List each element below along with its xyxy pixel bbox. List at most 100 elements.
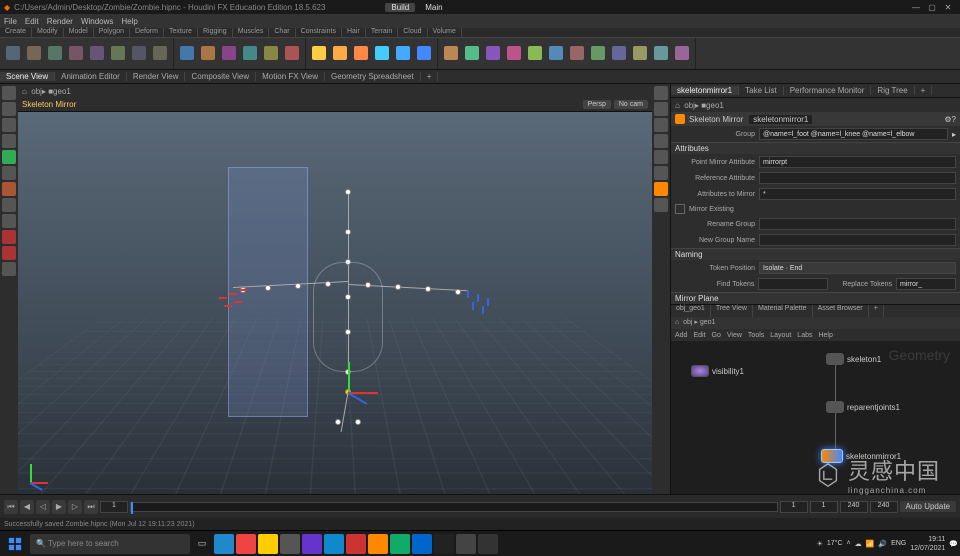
select-tool-icon[interactable] (2, 86, 16, 100)
last-frame-button[interactable]: ⏭ (84, 500, 98, 514)
attrs-to-mirror-field[interactable]: * (759, 188, 956, 200)
shelf-tool[interactable] (393, 41, 413, 67)
shelf-tool[interactable] (651, 41, 671, 67)
shelf-tab[interactable]: Polygon (94, 28, 130, 37)
taskbar-app-icon[interactable] (302, 534, 322, 554)
tray-weather-icon[interactable]: ☀ (817, 540, 823, 548)
shelf-tool[interactable] (609, 41, 629, 67)
taskbar-app-icon[interactable] (478, 534, 498, 554)
desktop-main[interactable]: Main (425, 3, 442, 12)
node-reparent[interactable]: reparentjoints1 (826, 401, 900, 413)
shelf-tool[interactable] (177, 41, 197, 67)
path-node[interactable]: geo1 (53, 87, 71, 96)
tray-up-icon[interactable]: ˄ (847, 540, 851, 547)
rename-group-field[interactable] (759, 218, 956, 230)
first-frame-button[interactable]: ⏮ (4, 500, 18, 514)
shelf-tab[interactable]: Model (64, 28, 94, 37)
new-group-name-field[interactable] (759, 234, 956, 246)
gear-icon[interactable]: ⚙ (944, 115, 951, 124)
shelf-tool[interactable] (525, 41, 545, 67)
shelf-tool[interactable] (567, 41, 587, 67)
frame-rstart-field[interactable]: 1 (810, 501, 838, 513)
net-menu-layout[interactable]: Layout (770, 332, 791, 339)
start-button[interactable] (2, 533, 28, 555)
timeline-track[interactable] (130, 502, 778, 512)
path-obj[interactable]: obj (31, 87, 42, 96)
token-pos-field[interactable]: Isolate · End (759, 262, 956, 274)
group-field[interactable]: @name=l_foot @name=l_knee @name=l_elbow … (759, 128, 948, 140)
shelf-tool[interactable] (546, 41, 566, 67)
camera-icon[interactable] (654, 150, 668, 164)
shelf-tool[interactable] (219, 41, 239, 67)
shelf-tool[interactable] (372, 41, 392, 67)
display-options-icon[interactable] (654, 118, 668, 132)
shelf-tool[interactable] (630, 41, 650, 67)
tray-notifications-icon[interactable]: 💬 (949, 540, 958, 548)
frame-current-field[interactable]: 1 (780, 501, 808, 513)
shelf-tab[interactable]: Modify (32, 28, 64, 37)
prev-frame-button[interactable]: ◀ (20, 500, 34, 514)
shelf-tool[interactable] (66, 41, 86, 67)
tab-composite-view[interactable]: Composite View (185, 72, 256, 81)
tab-scene-view[interactable]: Scene View (0, 72, 55, 81)
shelf-tool[interactable] (45, 41, 65, 67)
group-picker-icon[interactable]: ▸ (952, 130, 956, 139)
tab-anim-editor[interactable]: Animation Editor (55, 72, 127, 81)
taskbar-app-icon[interactable] (412, 534, 432, 554)
taskbar-search[interactable]: 🔍 Type here to search (30, 534, 190, 554)
tab-geo-spreadsheet[interactable]: Geometry Spreadsheet (325, 72, 421, 81)
shelf-tool[interactable] (672, 41, 692, 67)
shelf-tab[interactable]: Char (269, 28, 295, 37)
shelf-tool[interactable] (441, 41, 461, 67)
3d-viewport[interactable] (18, 112, 652, 494)
hq-icon[interactable] (654, 198, 668, 212)
shelf-tab[interactable]: Texture (164, 28, 198, 37)
task-view-icon[interactable]: ▭ (192, 534, 212, 554)
maximize-icon[interactable]: ▢ (924, 3, 940, 12)
taskbar-app-icon[interactable] (214, 534, 234, 554)
nocam-menu[interactable]: No cam (614, 100, 648, 109)
net-tab[interactable]: + (869, 305, 884, 317)
shelf-tab[interactable]: Constraints (296, 28, 342, 37)
inspect-tool-icon[interactable] (2, 214, 16, 228)
shelf-tab[interactable]: Rigging (198, 28, 233, 37)
tab-rigtree[interactable]: Rig Tree (871, 86, 914, 95)
frame-end-field[interactable]: 240 (870, 501, 898, 513)
ref-attr-field[interactable] (759, 172, 956, 184)
camera-menu[interactable]: Persp (583, 100, 611, 109)
operator-name-field[interactable]: skeletonmirror1 (749, 115, 812, 124)
snap-tool-icon[interactable] (2, 182, 16, 196)
minimize-icon[interactable]: — (908, 3, 924, 12)
replace-tokens-field[interactable]: mirror_ (896, 278, 956, 290)
view-tool-icon[interactable] (2, 198, 16, 212)
next-frame-button[interactable]: ▷ (68, 500, 82, 514)
gizmo-y-axis-icon[interactable] (348, 362, 350, 392)
wire-mode-icon[interactable] (654, 102, 668, 116)
shelf-tool[interactable] (414, 41, 434, 67)
net-tab[interactable]: Tree View (711, 305, 753, 317)
shelf-tab[interactable]: Terrain (366, 28, 398, 37)
network-path-bar[interactable]: ⌂ obj ▸ geo1 (671, 317, 960, 329)
shelf-tool[interactable] (108, 41, 128, 67)
auto-update-button[interactable]: Auto Update (900, 501, 956, 512)
help-icon[interactable]: ? (952, 115, 956, 124)
net-menu-tools[interactable]: Tools (748, 332, 764, 339)
tab-perfmon[interactable]: Performance Monitor (784, 86, 872, 95)
net-tab[interactable]: Material Palette (753, 305, 813, 317)
net-menu-edit[interactable]: Edit (693, 332, 705, 339)
shelf-tool[interactable] (309, 41, 329, 67)
play-button[interactable]: ▶ (52, 500, 66, 514)
net-menu-labs[interactable]: Labs (797, 332, 812, 339)
rotate-tool-icon[interactable] (2, 118, 16, 132)
shelf-tool[interactable] (87, 41, 107, 67)
shelf-tab[interactable]: Muscles (233, 28, 270, 37)
handle-tool-icon[interactable] (2, 150, 16, 164)
shelf-tool[interactable] (3, 41, 23, 67)
taskbar-app-icon[interactable] (280, 534, 300, 554)
parm-path-bar[interactable]: ⌂ obj ▸ ■ geo1 (671, 98, 960, 112)
taskbar-app-icon[interactable] (236, 534, 256, 554)
shelf-tab[interactable]: Volume (428, 28, 462, 37)
taskbar-app-icon[interactable] (258, 534, 278, 554)
shelf-tool[interactable] (351, 41, 371, 67)
tab-parm[interactable]: skeletonmirror1 (671, 86, 739, 95)
